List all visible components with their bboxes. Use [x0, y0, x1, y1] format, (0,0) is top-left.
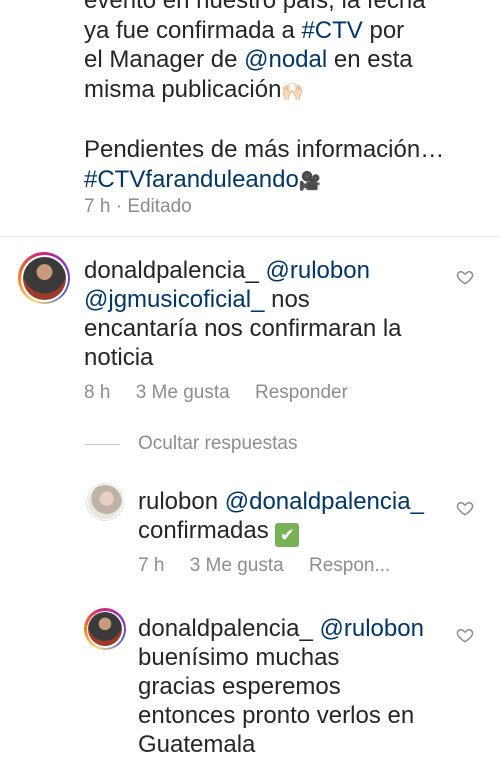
- mention-rulobon[interactable]: @rulobon: [266, 257, 370, 284]
- caption-line-2: el Manager de @nodal en esta: [84, 46, 413, 73]
- profile-photo-icon: [88, 612, 122, 646]
- movie-camera-emoji: 🎥: [298, 170, 322, 191]
- avatar[interactable]: [86, 483, 124, 521]
- avatar[interactable]: [84, 608, 126, 650]
- post-caption: evento en nuestro país, la fecha ya fue …: [84, 0, 484, 196]
- caption-line-0: evento en nuestro país, la fecha: [84, 0, 426, 14]
- caption-line-1: ya fue confirmada a #CTV por: [84, 16, 405, 44]
- profile-photo-icon: [22, 256, 66, 300]
- comment-text: donaldpalencia_ @rulobon @jgmusicoficial…: [84, 257, 402, 371]
- hide-replies-line: [84, 444, 120, 445]
- reply-time: 7 h: [138, 555, 165, 576]
- mention-jgmusicoficial[interactable]: @jgmusicoficial_: [84, 286, 264, 313]
- reply-button[interactable]: Responder: [255, 382, 348, 403]
- reply-text: donaldpalencia_ @rulobon buenísimo mucha…: [138, 615, 424, 758]
- caption-edited-label: Editado: [127, 196, 192, 217]
- likes-count[interactable]: 3 Me gusta: [190, 555, 284, 576]
- caption-time: 7 h: [84, 196, 111, 217]
- caption-line-3: misma publicación🙌🏻: [84, 75, 484, 107]
- hide-replies-button[interactable]: Ocultar respuestas: [138, 433, 297, 455]
- raised-hands-emoji: 🙌🏻: [281, 80, 304, 101]
- mention-donaldpalencia[interactable]: @donaldpalencia_: [225, 488, 424, 515]
- comment-time: 8 h: [84, 382, 111, 403]
- caption-meta: 7 h · Editado: [84, 196, 192, 217]
- reply-username[interactable]: donaldpalencia_: [138, 615, 313, 642]
- comment-meta: 8 h 3 Me gusta Responder: [84, 382, 368, 404]
- mention-rulobon[interactable]: @rulobon: [320, 615, 424, 642]
- mention-nodal[interactable]: @nodal: [244, 46, 327, 73]
- reply-text: rulobon @donaldpalencia_ confirmadas ✔: [138, 488, 424, 547]
- reply-username[interactable]: rulobon: [138, 488, 218, 515]
- reply-button[interactable]: Respon...: [309, 555, 390, 576]
- like-heart-icon[interactable]: [456, 626, 474, 644]
- like-heart-icon[interactable]: [456, 499, 474, 517]
- comment-username[interactable]: donaldpalencia_: [84, 257, 259, 284]
- divider: [0, 236, 500, 237]
- hashtag-ctv[interactable]: #CTV: [301, 17, 362, 44]
- caption-line-5: #CTVfaranduleando🎥: [84, 165, 484, 197]
- caption-line-4: Pendientes de más información…: [84, 136, 445, 163]
- like-heart-icon[interactable]: [456, 268, 474, 286]
- reply-meta: 7 h 3 Me gusta Respon...: [138, 555, 410, 577]
- check-mark-icon: ✔: [275, 523, 300, 547]
- hashtag-ctvfaranduleando[interactable]: #CTVfaranduleando: [84, 166, 299, 193]
- profile-photo-icon: [88, 485, 122, 519]
- likes-count[interactable]: 3 Me gusta: [136, 382, 230, 403]
- avatar[interactable]: [18, 252, 70, 304]
